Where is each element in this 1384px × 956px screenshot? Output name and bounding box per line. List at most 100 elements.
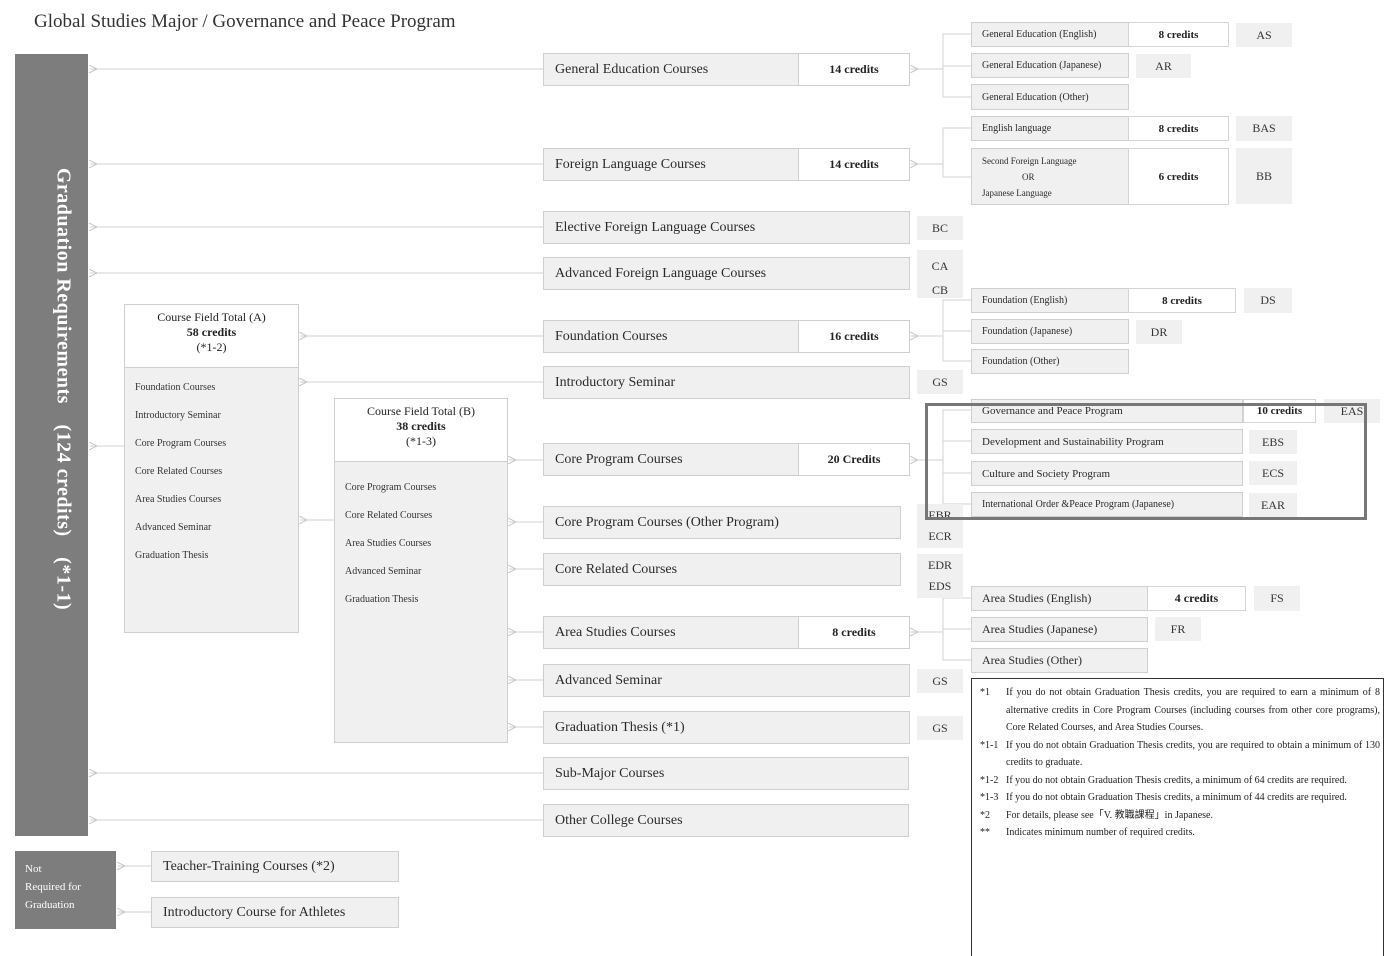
area-studies-japanese: Area Studies (Japanese) bbox=[971, 617, 1148, 642]
field-total-a-note: (*1-2) bbox=[196, 340, 227, 354]
field-total-b-title: Course Field Total (B) bbox=[367, 404, 475, 418]
list-item: Area Studies Courses bbox=[135, 494, 222, 505]
second-fl-line: Second Foreign Language bbox=[982, 156, 1077, 166]
code-core-other: EBR ECR bbox=[917, 504, 963, 548]
list-item: Graduation Thesis bbox=[345, 594, 419, 605]
list-item: Area Studies Courses bbox=[345, 538, 432, 549]
list-item: Introductory Seminar bbox=[135, 410, 221, 421]
area-studies-japanese-code: FR bbox=[1155, 617, 1201, 641]
advanced-foreign-language-courses: Advanced Foreign Language Courses bbox=[543, 257, 910, 290]
field-total-b-list: Core Program Courses Core Related Course… bbox=[334, 461, 508, 743]
second-fl-line: Japanese Language bbox=[982, 188, 1052, 198]
introductory-seminar: Introductory Seminar bbox=[543, 366, 910, 399]
field-total-a-title: Course Field Total (A) bbox=[157, 310, 266, 324]
area-studies-english-code: FS bbox=[1254, 586, 1300, 611]
area-studies-english-credits: 4 credits bbox=[1147, 586, 1246, 611]
list-item: Advanced Seminar bbox=[345, 566, 422, 577]
iop-code: EAR bbox=[1249, 493, 1297, 517]
teacher-training-courses: Teacher-Training Courses (*2) bbox=[151, 851, 399, 882]
list-item: Core Program Courses bbox=[345, 482, 437, 493]
note-key: *1-2 bbox=[980, 774, 999, 786]
general-education-credits: 14 credits bbox=[798, 53, 910, 86]
core-program-credits: 20 Credits bbox=[798, 443, 910, 476]
not-required-line: Required for bbox=[25, 881, 81, 893]
core-program-courses: Core Program Courses bbox=[543, 443, 799, 476]
list-item: Core Program Courses bbox=[135, 438, 227, 449]
code-core-other-2: ECR bbox=[928, 529, 952, 543]
code-core-related-2: EDS bbox=[928, 579, 952, 593]
development-and-sustainability-program: Development and Sustainability Program bbox=[971, 429, 1243, 454]
note-item: ** Indicates minimum number of required … bbox=[980, 824, 1380, 842]
code-thesis: GS bbox=[917, 716, 963, 740]
elective-foreign-language-courses: Elective Foreign Language Courses bbox=[543, 211, 910, 244]
general-education-courses: General Education Courses bbox=[543, 53, 799, 86]
ge-english-code: AS bbox=[1236, 23, 1292, 47]
core-related-courses: Core Related Courses bbox=[543, 553, 901, 586]
note-text: If you do not obtain Graduation Thesis c… bbox=[1006, 687, 1380, 733]
course-field-total-a: Course Field Total (A) 58 credits (*1-2) bbox=[124, 304, 299, 368]
field-total-a-list: Foundation Courses Introductory Seminar … bbox=[124, 367, 299, 633]
note-key: *1-1 bbox=[980, 739, 999, 751]
field-total-b-credits: 38 credits bbox=[396, 419, 446, 433]
code-adv-fl-1: CA bbox=[931, 259, 949, 273]
not-required-box: Not Required for Graduation bbox=[15, 851, 116, 929]
note-text: If you do not obtain Graduation Thesis c… bbox=[1006, 774, 1347, 786]
foreign-language-credits: 14 credits bbox=[798, 148, 910, 181]
foundation-courses: Foundation Courses bbox=[543, 320, 799, 353]
gpp-credits: 10 credits bbox=[1243, 399, 1316, 423]
ge-english-credits: 8 credits bbox=[1128, 22, 1229, 47]
note-item: *1 If you do not obtain Graduation Thesi… bbox=[980, 684, 1380, 737]
second-foreign-language: Second Foreign Language OR Japanese Lang… bbox=[971, 148, 1129, 205]
code-core-related-1: EDR bbox=[928, 558, 952, 572]
code-core-other-1: EBR bbox=[928, 508, 952, 522]
introductory-course-for-athletes: Introductory Course for Athletes bbox=[151, 897, 399, 928]
note-item: *1-2 If you do not obtain Graduation The… bbox=[980, 772, 1380, 790]
notes-box: *1 If you do not obtain Graduation Thesi… bbox=[971, 678, 1384, 956]
note-text: If you do not obtain Graduation Thesis c… bbox=[1006, 739, 1380, 769]
note-key: ** bbox=[980, 827, 990, 838]
governance-and-peace-program: Governance and Peace Program bbox=[971, 399, 1243, 423]
advanced-seminar: Advanced Seminar bbox=[543, 664, 910, 697]
course-field-total-b: Course Field Total (B) 38 credits (*1-3) bbox=[334, 398, 508, 462]
list-item: Graduation Thesis bbox=[135, 550, 209, 561]
note-item: *2 For details, please see「V. 教職課程」in Ja… bbox=[980, 807, 1380, 825]
code-adv-fl-2: CB bbox=[931, 283, 948, 297]
other-college-courses: Other College Courses bbox=[543, 804, 909, 837]
code-intro-seminar: GS bbox=[917, 370, 963, 394]
page-title: Global Studies Major / Governance and Pe… bbox=[34, 11, 456, 32]
foundation-japanese: Foundation (Japanese) bbox=[971, 319, 1129, 344]
foundation-english-credits: 8 credits bbox=[1128, 288, 1236, 313]
code-adv-seminar: GS bbox=[917, 669, 963, 693]
international-order-peace-program: International Order &Peace Program (Japa… bbox=[971, 492, 1243, 517]
note-text: If you do not obtain Graduation Thesis c… bbox=[1006, 792, 1347, 803]
ge-japanese: General Education (Japanese) bbox=[971, 53, 1129, 78]
culture-and-society-program: Culture and Society Program bbox=[971, 461, 1243, 486]
foundation-english: Foundation (English) bbox=[971, 288, 1129, 313]
list-item: Core Related Courses bbox=[345, 510, 433, 521]
foundation-english-code: DS bbox=[1244, 288, 1292, 313]
note-key: *2 bbox=[980, 809, 990, 821]
english-language: English language bbox=[971, 116, 1129, 141]
sub-major-courses: Sub-Major Courses bbox=[543, 757, 909, 790]
note-text: For details, please see「V. 教職課程」in Japan… bbox=[1006, 809, 1213, 821]
second-fl-code: BB bbox=[1236, 148, 1292, 204]
code-core-related: EDR EDS bbox=[917, 554, 963, 598]
foundation-credits: 16 credits bbox=[798, 320, 910, 353]
second-fl-line: OR bbox=[1022, 172, 1035, 182]
dsp-code: EBS bbox=[1249, 430, 1297, 454]
not-required-line: Not bbox=[25, 863, 42, 875]
note-key: *1 bbox=[980, 687, 990, 698]
code-advanced-fl: CA CB bbox=[917, 250, 963, 298]
english-language-code: BAS bbox=[1236, 116, 1292, 141]
english-language-credits: 8 credits bbox=[1128, 116, 1229, 141]
not-required-line: Graduation bbox=[25, 899, 75, 911]
list-item: Advanced Seminar bbox=[135, 522, 212, 533]
graduation-thesis: Graduation Thesis (*1) bbox=[543, 711, 910, 744]
area-studies-credits: 8 credits bbox=[798, 616, 910, 649]
area-studies-other: Area Studies (Other) bbox=[971, 648, 1148, 673]
code-elective-fl: BC bbox=[917, 216, 963, 240]
area-studies-courses: Area Studies Courses bbox=[543, 616, 799, 649]
ge-japanese-code: AR bbox=[1136, 54, 1191, 78]
foundation-japanese-code: DR bbox=[1136, 320, 1182, 344]
gpp-code: EAS bbox=[1324, 399, 1380, 423]
